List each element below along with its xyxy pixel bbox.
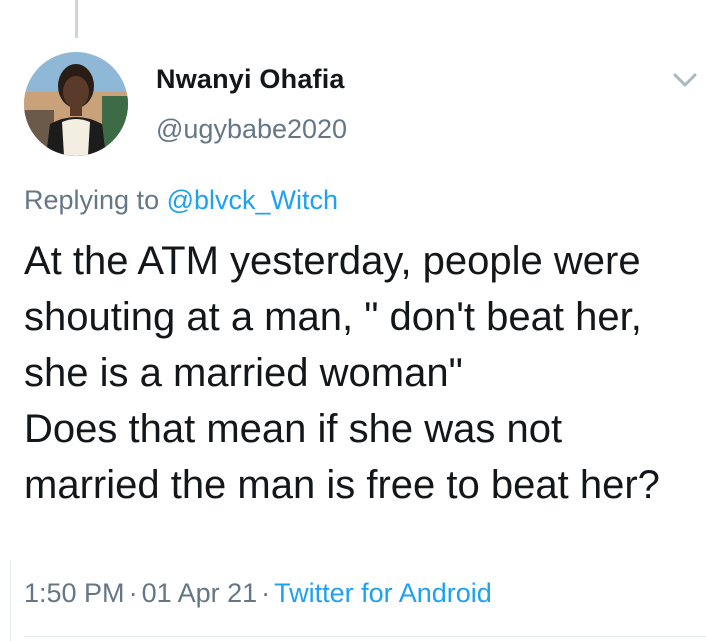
chevron-down-icon[interactable] [670,68,700,92]
avatar-photo [24,52,128,156]
previous-tweet-clipped-text [300,0,620,6]
thread-connector-line [75,0,78,38]
tweet-date[interactable]: 01 Apr 21 [142,578,258,608]
tweet-time[interactable]: 1:50 PM [24,578,125,608]
user-handle[interactable]: @ugybabe2020 [156,114,347,145]
replying-prefix: Replying to [24,185,160,215]
meta-separator: · [128,578,138,608]
tweet-source-link[interactable]: Twitter for Android [274,578,492,608]
card-left-edge [0,560,11,641]
replying-to-handle-link[interactable]: @blvck_Witch [167,185,338,215]
display-name[interactable]: Nwanyi Ohafia [156,64,345,95]
divider [24,636,706,637]
tweet-meta: 1:50 PM · 01 Apr 21 · Twitter for Android [24,578,492,609]
tweet-text: At the ATM yesterday, people were shouti… [24,239,660,507]
avatar[interactable] [24,52,128,156]
meta-separator: · [261,578,271,608]
replying-to-line: Replying to @blvck_Witch [24,185,338,216]
